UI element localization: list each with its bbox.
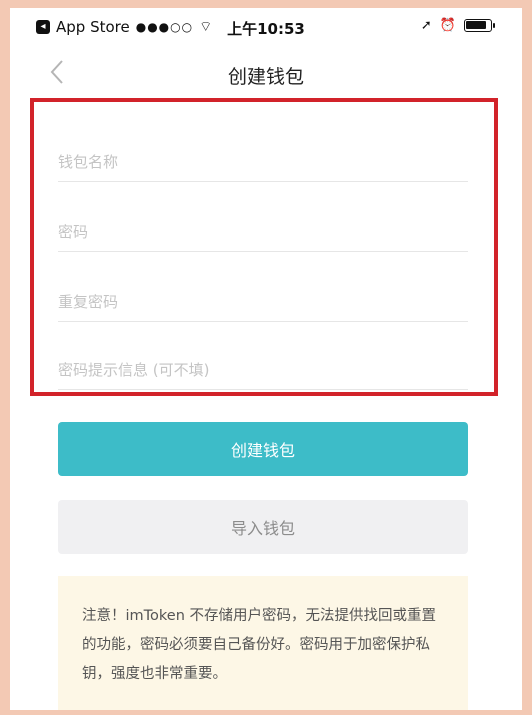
battery-icon — [464, 19, 495, 32]
navigation-bar: 创建钱包 — [10, 50, 522, 94]
password-hint-input[interactable] — [58, 350, 468, 389]
security-notice: 注意！imToken 不存储用户密码，无法提供找回或重置的功能，密码必须要自己备… — [58, 576, 468, 710]
password-field — [58, 212, 468, 252]
wallet-name-field — [58, 142, 468, 182]
location-icon: ➚ — [420, 18, 432, 33]
password-hint-field — [58, 350, 468, 390]
repeat-password-input[interactable] — [58, 282, 468, 321]
wallet-name-input[interactable] — [58, 142, 468, 181]
status-bar: ◂ App Store ●●●○○ ⌔ 上午10:53 ➚ ⏰ — [10, 8, 522, 44]
phone-screen: ◂ App Store ●●●○○ ⌔ 上午10:53 ➚ ⏰ 创建钱包 钱包名… — [10, 8, 522, 710]
repeat-password-field — [58, 282, 468, 322]
create-wallet-button[interactable]: 创建钱包 — [58, 422, 468, 476]
wallet-form-highlight — [30, 98, 498, 396]
notice-text: 注意！imToken 不存储用户密码，无法提供找回或重置的功能，密码必须要自己备… — [82, 608, 437, 682]
status-right: ➚ ⏰ — [420, 18, 495, 33]
import-wallet-button[interactable]: 导入钱包 — [58, 500, 468, 554]
password-input[interactable] — [58, 212, 468, 251]
page-title: 创建钱包 — [227, 66, 304, 88]
alarm-icon: ⏰ — [439, 18, 456, 33]
